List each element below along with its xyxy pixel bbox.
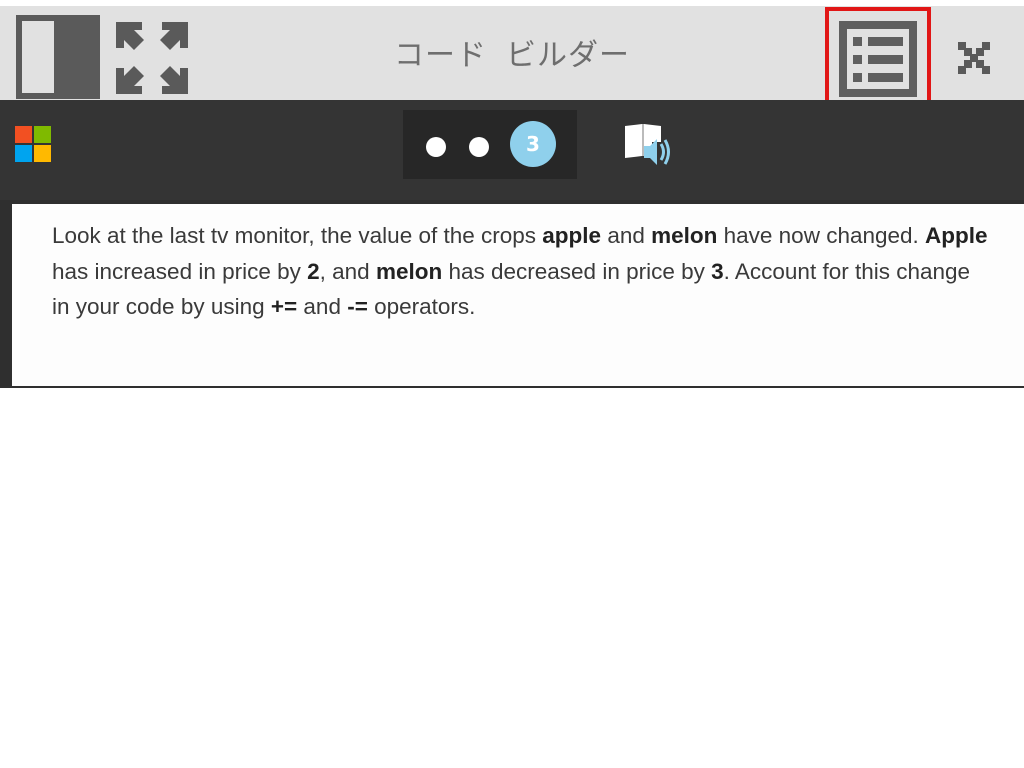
instruction-text: has decreased in price by xyxy=(442,258,712,284)
instruction-keyword: 3 xyxy=(711,258,724,284)
expand-button[interactable] xyxy=(116,22,188,94)
instruction-keyword: apple xyxy=(542,223,602,248)
instruction-keyword: -= xyxy=(347,294,368,319)
code-builder-window: コード ビルダー 3 Look at the last tv monitor, … xyxy=(0,0,1024,388)
instruction-text: has increased in price by xyxy=(52,258,308,284)
close-icon xyxy=(958,42,990,74)
instruction-text: , and xyxy=(319,258,376,284)
instructions-text: Look at the last tv monitor, the value o… xyxy=(52,218,992,325)
window-title: コード ビルダー xyxy=(393,38,631,73)
instruction-keyword: 2 xyxy=(307,258,320,284)
close-button[interactable] xyxy=(956,40,992,76)
instruction-text: and xyxy=(297,294,348,319)
step-current[interactable]: 3 xyxy=(510,121,556,167)
split-view-button[interactable] xyxy=(16,15,100,99)
instruction-text: operators. xyxy=(367,294,476,319)
immersive-reader-button[interactable] xyxy=(622,122,674,166)
split-view-icon xyxy=(22,21,54,93)
instruction-keyword: melon xyxy=(651,223,718,248)
list-icon xyxy=(847,29,909,89)
expand-arrows-icon xyxy=(116,22,188,94)
step-dot-1[interactable] xyxy=(426,137,446,157)
step-indicator: 3 xyxy=(403,110,577,179)
instruction-text: have now changed. xyxy=(717,223,926,248)
step-dot-2[interactable] xyxy=(469,137,489,157)
list-view-button[interactable] xyxy=(825,7,931,110)
instruction-keyword: += xyxy=(270,294,298,319)
instruction-keyword: Apple xyxy=(925,223,988,248)
instruction-keyword: melon xyxy=(375,258,443,284)
instruction-text: and xyxy=(601,223,652,248)
instructions-panel: Look at the last tv monitor, the value o… xyxy=(12,204,1024,386)
microsoft-logo-icon xyxy=(15,126,51,162)
toolbar: 3 xyxy=(0,100,1024,200)
instruction-text: Look at the last tv monitor, the value o… xyxy=(52,223,543,248)
title-bar: コード ビルダー xyxy=(0,0,1024,110)
immersive-reader-audio-icon xyxy=(625,124,670,165)
